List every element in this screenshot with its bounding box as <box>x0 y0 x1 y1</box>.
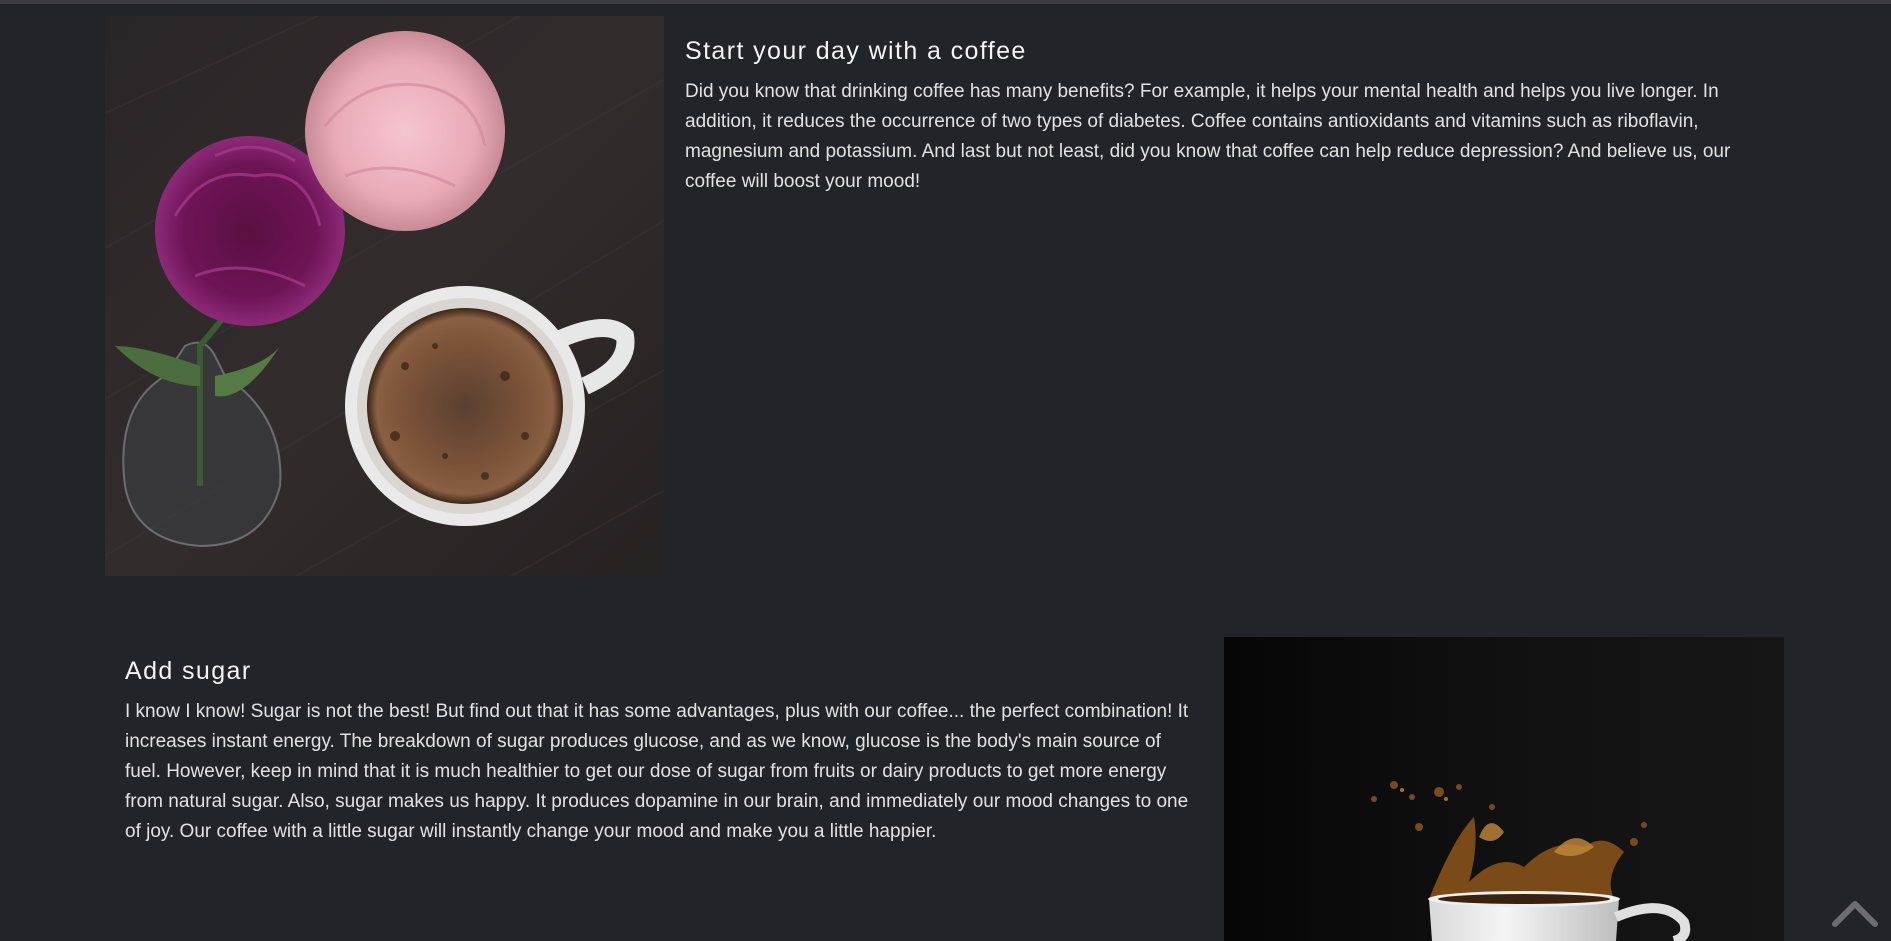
chevron-up-icon <box>1832 901 1878 927</box>
scroll-to-top-button[interactable] <box>1832 897 1878 927</box>
section-title-sugar: Add sugar <box>125 657 252 685</box>
section-title-coffee: Start your day with a coffee <box>685 37 1027 65</box>
section-text-coffee: Did you know that drinking coffee has ma… <box>685 81 1731 192</box>
coffee-splash-image <box>1224 637 1784 941</box>
section-text-sugar: I know I know! Sugar is not the best! Bu… <box>125 701 1189 842</box>
coffee-flowers-image <box>105 16 664 576</box>
top-border <box>0 0 1891 4</box>
